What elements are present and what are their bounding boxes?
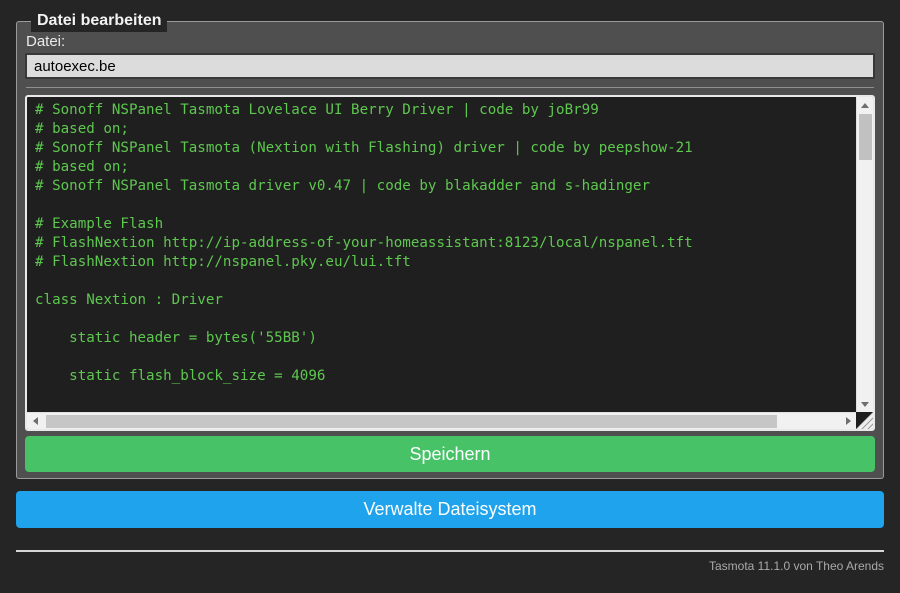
scroll-left-icon[interactable] bbox=[27, 413, 43, 429]
footer-divider bbox=[16, 550, 884, 552]
footer: Tasmota 11.1.0 von Theo Arends bbox=[16, 550, 884, 575]
save-button[interactable]: Speichern bbox=[25, 436, 875, 472]
divider bbox=[26, 87, 874, 88]
code-editor-textarea[interactable]: # Sonoff NSPanel Tasmota Lovelace UI Ber… bbox=[25, 95, 875, 431]
scroll-down-icon[interactable] bbox=[857, 396, 873, 412]
vertical-scrollbar-thumb[interactable] bbox=[859, 114, 872, 160]
page-container: Datei bearbeiten Datei: # Sonoff NSPanel… bbox=[16, 10, 884, 575]
manage-filesystem-button[interactable]: Verwalte Dateisystem bbox=[16, 491, 884, 528]
horizontal-scrollbar-thumb[interactable] bbox=[46, 415, 777, 428]
file-name-label: Datei: bbox=[26, 33, 66, 50]
resize-grip-icon[interactable] bbox=[856, 412, 873, 429]
scroll-right-icon[interactable] bbox=[840, 413, 856, 429]
footer-version-link[interactable]: Tasmota 11.1.0 von Theo Arends bbox=[709, 559, 884, 573]
horizontal-scrollbar[interactable] bbox=[27, 412, 856, 429]
edit-file-fieldset: Datei bearbeiten Datei: # Sonoff NSPanel… bbox=[16, 10, 884, 479]
fieldset-legend: Datei bearbeiten bbox=[31, 10, 168, 32]
vertical-scrollbar[interactable] bbox=[856, 97, 873, 412]
code-content[interactable]: # Sonoff NSPanel Tasmota Lovelace UI Ber… bbox=[27, 97, 856, 412]
scroll-up-icon[interactable] bbox=[857, 97, 873, 113]
file-name-input[interactable] bbox=[25, 53, 875, 79]
